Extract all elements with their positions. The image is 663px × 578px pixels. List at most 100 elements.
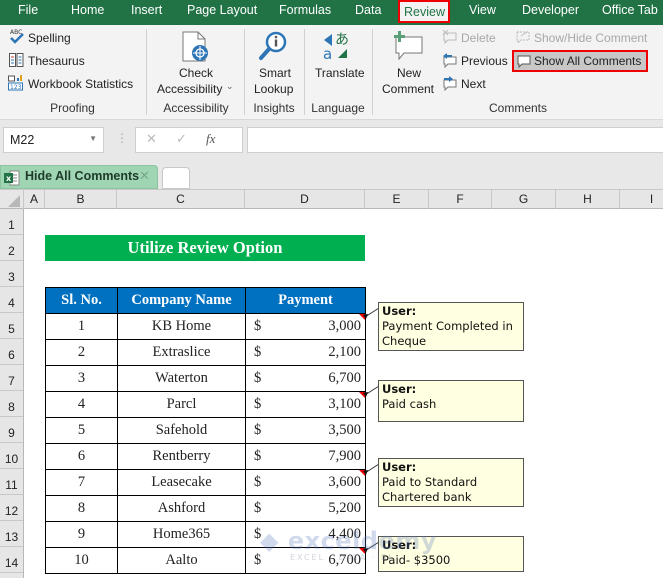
comment-box[interactable]: User: Payment Completed in Cheque <box>378 302 524 351</box>
workbook-statistics-icon: 123 <box>8 75 23 91</box>
cell-payment[interactable]: $3,000 <box>245 313 366 340</box>
cell-sl-no[interactable]: 3 <box>45 365 118 392</box>
tab-view[interactable]: View <box>469 0 496 20</box>
row-header[interactable]: 3 <box>0 261 23 287</box>
header-sl-no[interactable]: Sl. No. <box>45 287 118 314</box>
cell-payment[interactable]: $3,500 <box>245 417 366 444</box>
cell-payment[interactable]: $6,700 <box>245 365 366 392</box>
comment-author: User: <box>382 538 417 552</box>
cell-company-name[interactable]: Ashford <box>117 495 246 522</box>
cell-company-name[interactable]: Aalto <box>117 547 246 574</box>
column-header-b[interactable]: B <box>45 190 117 209</box>
row-header[interactable]: 14 <box>0 547 23 573</box>
show-all-comments-button[interactable]: Show All Comments <box>512 50 648 72</box>
ribbon-tab-bar: File Home Insert Page Layout Formulas Da… <box>0 0 663 25</box>
column-headers: A B C D E F G H I <box>0 189 663 209</box>
cell-company-name[interactable]: Safehold <box>117 417 246 444</box>
table-row: 5 Safehold $3,500 <box>45 417 366 444</box>
table-row: 7 Leasecake $3,600 <box>45 469 366 496</box>
cell-payment[interactable]: $2,100 <box>245 339 366 366</box>
tab-formulas[interactable]: Formulas <box>279 0 331 20</box>
column-header-i[interactable]: I <box>620 190 663 209</box>
workbook-tab[interactable]: x Hide All Comments ✕ <box>0 165 158 189</box>
comment-connector <box>363 463 380 475</box>
row-header[interactable]: 1 <box>0 209 23 235</box>
column-header-f[interactable]: F <box>429 190 492 209</box>
tab-office-tab[interactable]: Office Tab <box>602 0 658 20</box>
row-header[interactable]: 2 <box>0 235 23 261</box>
row-header[interactable]: 7 <box>0 365 23 391</box>
tab-review[interactable]: Review <box>398 0 450 23</box>
cell-company-name[interactable]: KB Home <box>117 313 246 340</box>
cell-sl-no[interactable]: 8 <box>45 495 118 522</box>
excel-file-icon: x <box>4 170 20 186</box>
formula-bar-grip-icon[interactable]: ⋮ <box>116 131 128 145</box>
header-payment[interactable]: Payment <box>245 287 366 314</box>
tab-data[interactable]: Data <box>355 0 381 20</box>
row-header[interactable]: 11 <box>0 469 23 495</box>
cell-sl-no[interactable]: 1 <box>45 313 118 340</box>
select-all-corner[interactable] <box>0 190 24 209</box>
tab-insert[interactable]: Insert <box>131 0 162 20</box>
group-separator <box>304 29 305 115</box>
cell-payment[interactable]: $3,100 <box>245 391 366 418</box>
column-header-g[interactable]: G <box>492 190 556 209</box>
enter-icon[interactable]: ✓ <box>176 132 187 147</box>
row-header[interactable]: 12 <box>0 495 23 521</box>
row-header[interactable]: 13 <box>0 521 23 547</box>
cell-sl-no[interactable]: 7 <box>45 469 118 496</box>
cell-company-name[interactable]: Rentberry <box>117 443 246 470</box>
tab-developer[interactable]: Developer <box>522 0 579 20</box>
cell-sl-no[interactable]: 6 <box>45 443 118 470</box>
tab-home[interactable]: Home <box>71 0 104 20</box>
cell-company-name[interactable]: Leasecake <box>117 469 246 496</box>
row-header[interactable]: 6 <box>0 339 23 365</box>
column-header-a[interactable]: A <box>24 190 45 209</box>
cell-sl-no[interactable]: 5 <box>45 417 118 444</box>
insert-function-icon[interactable]: fx <box>206 131 215 147</box>
sheet-title[interactable]: Utilize Review Option <box>45 235 365 261</box>
next-comment-icon <box>443 76 457 91</box>
tab-file[interactable]: File <box>18 0 38 20</box>
row-header[interactable]: 5 <box>0 313 23 339</box>
delete-comment-label: Delete <box>461 31 496 45</box>
cell-sl-no[interactable]: 2 <box>45 339 118 366</box>
comment-author: User: <box>382 382 417 396</box>
cell-payment[interactable]: $3,600 <box>245 469 366 496</box>
currency-symbol: $ <box>254 526 262 542</box>
tab-page-layout[interactable]: Page Layout <box>187 0 257 20</box>
currency-symbol: $ <box>254 370 262 386</box>
row-header[interactable]: 10 <box>0 443 23 469</box>
column-header-d[interactable]: D <box>245 190 365 209</box>
row-header[interactable]: 8 <box>0 391 23 417</box>
comment-box[interactable]: User: Paid to Standard Chartered bank <box>378 458 524 507</box>
header-company-name[interactable]: Company Name <box>117 287 246 314</box>
row-header[interactable]: 4 <box>0 287 23 313</box>
cell-sl-no[interactable]: 9 <box>45 521 118 548</box>
column-header-e[interactable]: E <box>365 190 429 209</box>
delete-comment-icon <box>442 30 457 44</box>
cancel-icon[interactable]: ✕ <box>146 132 157 147</box>
formula-input[interactable] <box>247 127 663 153</box>
cell-payment[interactable]: $4,400 <box>245 521 366 548</box>
name-box-dropdown-icon[interactable]: ▼ <box>89 134 97 143</box>
name-box[interactable]: M22 ▼ <box>3 127 104 153</box>
cell-company-name[interactable]: Parcl <box>117 391 246 418</box>
show-all-comments-icon <box>517 55 531 68</box>
cell-payment[interactable]: $7,900 <box>245 443 366 470</box>
comment-box[interactable]: User: Paid cash <box>378 380 524 422</box>
cell-company-name[interactable]: Waterton <box>117 365 246 392</box>
cell-payment[interactable]: $5,200 <box>245 495 366 522</box>
column-header-c[interactable]: C <box>117 190 245 209</box>
cell-sl-no[interactable]: 4 <box>45 391 118 418</box>
column-header-h[interactable]: H <box>556 190 620 209</box>
cell-company-name[interactable]: Extraslice <box>117 339 246 366</box>
table-body: 1 KB Home $3,000 2 Extraslice $2,100 3 Waterton… <box>45 313 366 574</box>
cell-company-name[interactable]: Home365 <box>117 521 246 548</box>
cell-sl-no[interactable]: 10 <box>45 547 118 574</box>
close-tab-icon[interactable]: ✕ <box>139 169 150 184</box>
cell-payment[interactable]: $6,700 <box>245 547 366 574</box>
new-tab-button[interactable] <box>162 167 190 189</box>
comment-box[interactable]: User: Paid- $3500 <box>378 536 524 572</box>
row-header[interactable]: 9 <box>0 417 23 443</box>
